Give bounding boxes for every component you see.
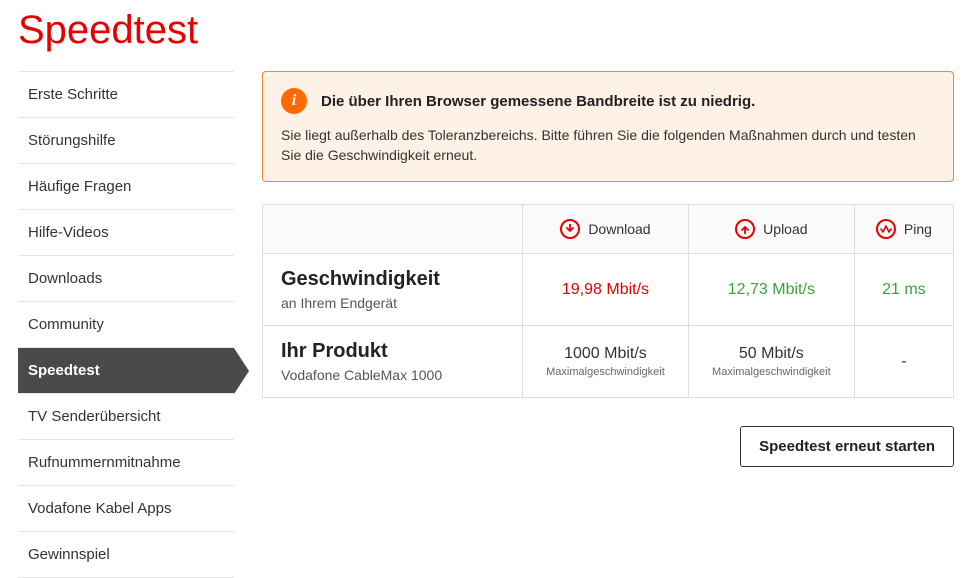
- product-upload-sub: Maximalgeschwindigkeit: [707, 366, 836, 378]
- sidebar-item-2[interactable]: Häufige Fragen: [18, 164, 234, 210]
- main-content: i Die über Ihren Browser gemessene Bandb…: [262, 71, 954, 578]
- row-measured: Geschwindigkeit an Ihrem Endgerät 19,98 …: [263, 254, 954, 326]
- page-title: Speedtest: [18, 8, 954, 53]
- info-icon: i: [281, 88, 307, 114]
- restart-button[interactable]: Speedtest erneut starten: [740, 426, 954, 467]
- alert-title: Die über Ihren Browser gemessene Bandbre…: [321, 93, 755, 110]
- col-upload: Upload: [688, 205, 854, 254]
- ping-icon: [876, 219, 896, 239]
- col-ping: Ping: [854, 205, 953, 254]
- sidebar-item-6[interactable]: Speedtest: [18, 348, 234, 394]
- col-upload-label: Upload: [763, 221, 807, 237]
- col-download-label: Download: [588, 221, 650, 237]
- upload-icon: [735, 219, 755, 239]
- download-icon: [560, 219, 580, 239]
- measured-title: Geschwindigkeit: [281, 268, 504, 291]
- sidebar-item-3[interactable]: Hilfe-Videos: [18, 210, 234, 256]
- product-title: Ihr Produkt: [281, 340, 504, 363]
- sidebar-item-1[interactable]: Störungshilfe: [18, 118, 234, 164]
- sidebar-item-10[interactable]: Gewinnspiel: [18, 532, 234, 578]
- product-upload: 50 Mbit/s: [707, 345, 836, 363]
- measured-sub: an Ihrem Endgerät: [281, 295, 504, 311]
- sidebar-item-4[interactable]: Downloads: [18, 256, 234, 302]
- alert-body: Sie liegt außerhalb des Toleranzbereichs…: [281, 126, 935, 165]
- product-ping: -: [901, 353, 906, 370]
- sidebar-item-0[interactable]: Erste Schritte: [18, 71, 234, 118]
- product-download: 1000 Mbit/s: [541, 345, 670, 363]
- measured-ping: 21 ms: [882, 281, 926, 298]
- product-download-sub: Maximalgeschwindigkeit: [541, 366, 670, 378]
- sidebar-item-7[interactable]: TV Senderübersicht: [18, 394, 234, 440]
- col-ping-label: Ping: [904, 221, 932, 237]
- col-download: Download: [523, 205, 689, 254]
- sidebar-item-5[interactable]: Community: [18, 302, 234, 348]
- row-product: Ihr Produkt Vodafone CableMax 1000 1000 …: [263, 326, 954, 398]
- speed-result-table: Download Upload: [262, 204, 954, 398]
- alert-box: i Die über Ihren Browser gemessene Bandb…: [262, 71, 954, 182]
- measured-download: 19,98 Mbit/s: [562, 281, 649, 298]
- sidebar: Erste SchritteStörungshilfeHäufige Frage…: [18, 71, 234, 578]
- measured-upload: 12,73 Mbit/s: [728, 281, 815, 298]
- product-name: Vodafone CableMax 1000: [281, 367, 504, 383]
- col-blank: [263, 205, 523, 254]
- sidebar-item-8[interactable]: Rufnummernmitnahme: [18, 440, 234, 486]
- sidebar-item-9[interactable]: Vodafone Kabel Apps: [18, 486, 234, 532]
